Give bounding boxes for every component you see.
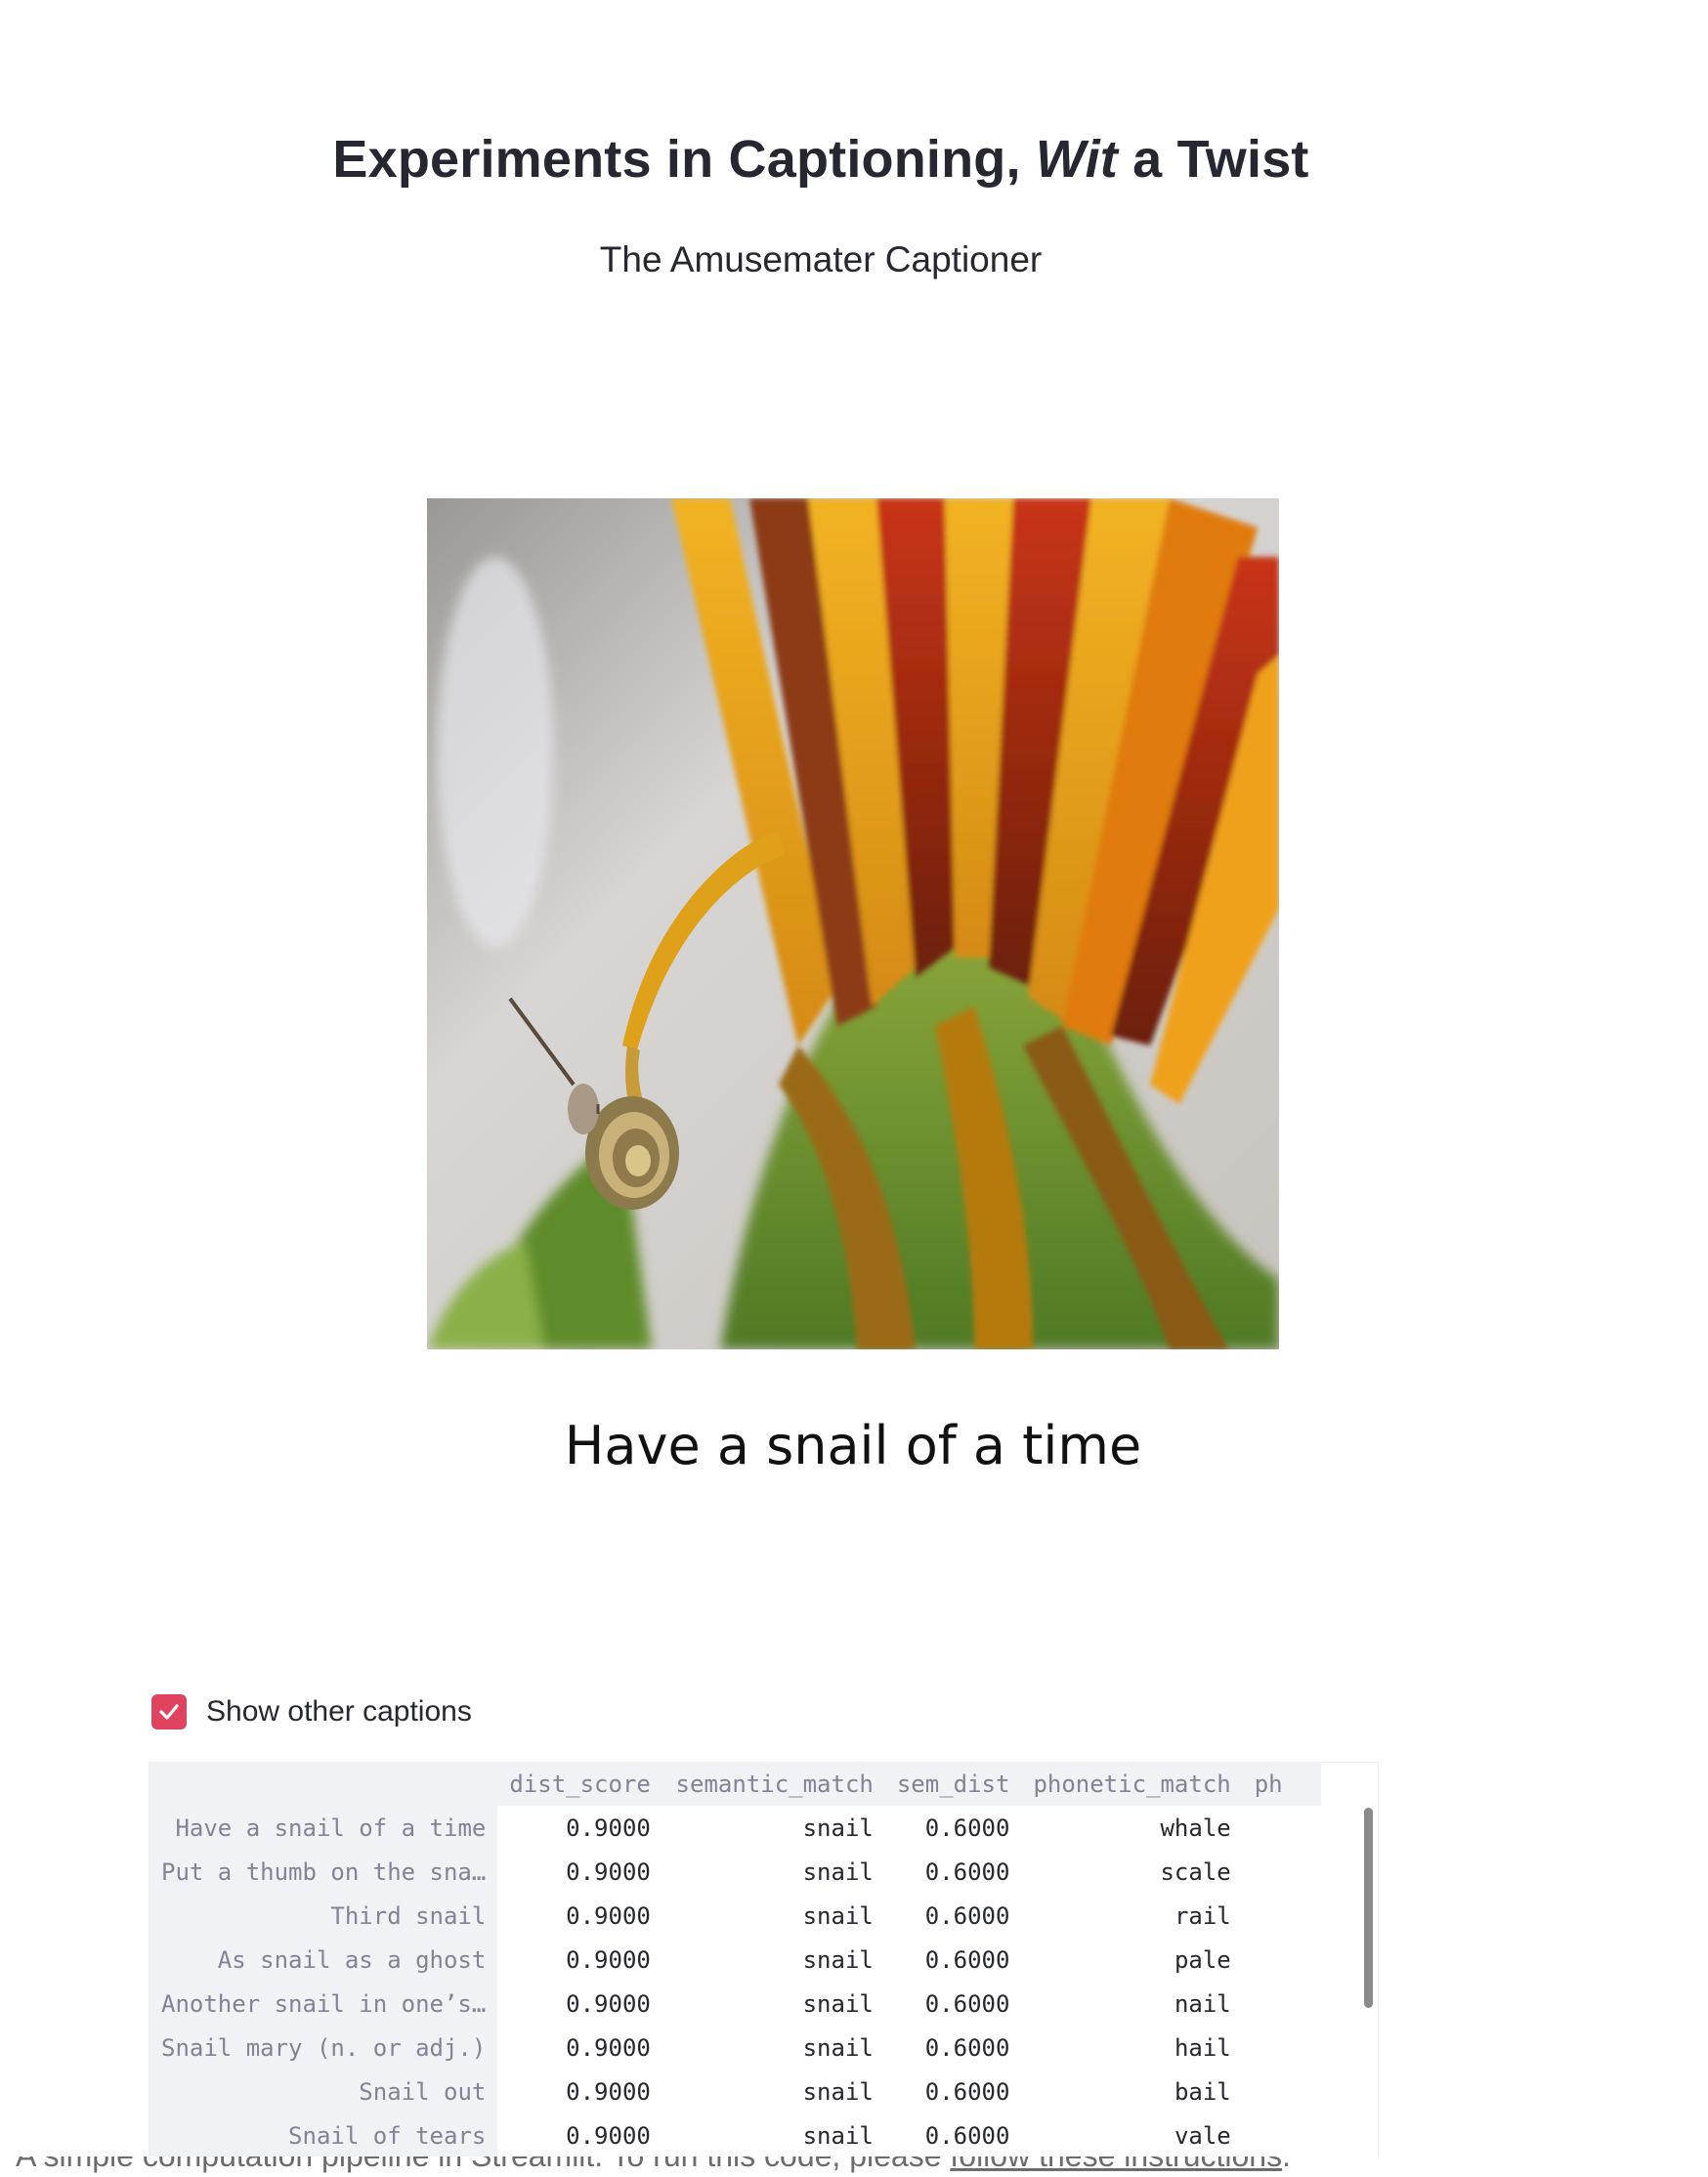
cell-phonetic-match[interactable]: bail xyxy=(1021,2070,1243,2113)
cell-dist-score[interactable]: 0.9000 xyxy=(497,1850,662,1894)
cell-dist-score[interactable]: 0.9000 xyxy=(497,1938,662,1982)
title-part-1: Experiments in Captioning, xyxy=(332,130,1036,189)
cell-phonetic-match[interactable]: hail xyxy=(1021,2026,1243,2070)
table-row[interactable]: Put a thumb on the sna… 0.9000 snail 0.6000… xyxy=(149,1850,1321,1894)
cell-phonetic-match[interactable]: rail xyxy=(1021,1894,1243,1938)
footer-text: A simple computation pipeline in Streaml… xyxy=(16,2156,1291,2174)
cell-sem-dist[interactable]: 0.6000 xyxy=(884,2026,1022,2070)
cell-sem-dist[interactable]: 0.6000 xyxy=(884,2113,1022,2157)
cell-dist-score[interactable]: 0.9000 xyxy=(497,1806,662,1850)
cell-sem-dist[interactable]: 0.6000 xyxy=(884,1982,1022,2026)
row-index-label: Another snail in one’s… xyxy=(149,1982,498,2026)
title-part-2: a Twist xyxy=(1117,130,1309,189)
table-row[interactable]: Snail of tears 0.9000 snail 0.6000 vale xyxy=(149,2113,1321,2157)
instructions-link[interactable]: follow these instructions xyxy=(950,2156,1282,2173)
title-italic-word: Wit xyxy=(1035,130,1118,189)
cell-sem-dist[interactable]: 0.6000 xyxy=(884,1850,1022,1894)
cell-semantic-match[interactable]: snail xyxy=(662,1938,885,1982)
cell-sem-dist[interactable]: 0.6000 xyxy=(884,2070,1022,2113)
cell-dist-score[interactable]: 0.9000 xyxy=(497,1982,662,2026)
cell-phonetic-match[interactable]: vale xyxy=(1021,2113,1243,2157)
page-title: Experiments in Captioning, Wit a Twist xyxy=(0,129,1642,190)
table-header-row: dist_score semantic_match sem_dist phone… xyxy=(149,1763,1321,1806)
cell-ph[interactable] xyxy=(1242,1894,1321,1938)
row-index-label: Snail out xyxy=(149,2070,498,2113)
cell-phonetic-match[interactable]: pale xyxy=(1021,1938,1243,1982)
app-page: Experiments in Captioning, Wit a Twist T… xyxy=(0,0,1708,2177)
column-header-phonetic-match[interactable]: phonetic_match xyxy=(1021,1763,1243,1806)
captions-table: dist_score semantic_match sem_dist phone… xyxy=(149,1763,1321,2157)
row-index-label: Snail mary (n. or adj.) xyxy=(149,2026,498,2070)
cell-phonetic-match[interactable]: scale xyxy=(1021,1850,1243,1894)
cell-ph[interactable] xyxy=(1242,2070,1321,2113)
row-index-label: Third snail xyxy=(149,1894,498,1938)
column-header-dist-score[interactable]: dist_score xyxy=(497,1763,662,1806)
snail-flower-photo xyxy=(427,498,1279,1349)
cell-ph[interactable] xyxy=(1242,1982,1321,2026)
row-index-label: Have a snail of a time xyxy=(149,1806,498,1850)
cell-sem-dist[interactable]: 0.6000 xyxy=(884,1806,1022,1850)
cell-semantic-match[interactable]: snail xyxy=(662,2113,885,2157)
cell-dist-score[interactable]: 0.9000 xyxy=(497,2026,662,2070)
cell-ph[interactable] xyxy=(1242,2113,1321,2157)
footer-suffix: . xyxy=(1282,2156,1291,2173)
index-header xyxy=(149,1763,498,1806)
cell-sem-dist[interactable]: 0.6000 xyxy=(884,1938,1022,1982)
captions-dataframe[interactable]: dist_score semantic_match sem_dist phone… xyxy=(149,1762,1379,2177)
cell-semantic-match[interactable]: snail xyxy=(662,1850,885,1894)
cell-phonetic-match[interactable]: nail xyxy=(1021,1982,1243,2026)
row-index-label: As snail as a ghost xyxy=(149,1938,498,1982)
cell-dist-score[interactable]: 0.9000 xyxy=(497,2113,662,2157)
column-header-ph[interactable]: ph xyxy=(1242,1763,1321,1806)
cell-semantic-match[interactable]: snail xyxy=(662,1894,885,1938)
cell-dist-score[interactable]: 0.9000 xyxy=(497,1894,662,1938)
table-row[interactable]: Third snail 0.9000 snail 0.6000 rail xyxy=(149,1894,1321,1938)
cell-semantic-match[interactable]: snail xyxy=(662,2070,885,2113)
checkbox-checked-icon[interactable] xyxy=(151,1694,187,1729)
cell-ph[interactable] xyxy=(1242,1806,1321,1850)
footer: A simple computation pipeline in Streaml… xyxy=(0,2156,1708,2177)
show-other-captions-checkbox[interactable]: Show other captions xyxy=(151,1694,472,1729)
table-row[interactable]: Another snail in one’s… 0.9000 snail 0.6000… xyxy=(149,1982,1321,2026)
column-header-sem-dist[interactable]: sem_dist xyxy=(884,1763,1022,1806)
cell-dist-score[interactable]: 0.9000 xyxy=(497,2070,662,2113)
cell-ph[interactable] xyxy=(1242,1938,1321,1982)
page-subtitle: The Amusemater Captioner xyxy=(599,239,1043,279)
cell-semantic-match[interactable]: snail xyxy=(662,2026,885,2070)
table-scrollbar[interactable] xyxy=(1364,1808,1373,2008)
cell-phonetic-match[interactable]: whale xyxy=(1021,1806,1243,1850)
cell-ph[interactable] xyxy=(1242,2026,1321,2070)
cell-ph[interactable] xyxy=(1242,1850,1321,1894)
table-row[interactable]: Snail mary (n. or adj.) 0.9000 snail 0.6000… xyxy=(149,2026,1321,2070)
footer-description: A simple computation pipeline in Streaml… xyxy=(16,2156,950,2173)
table-body: Have a snail of a time 0.9000 snail 0.6000 w… xyxy=(149,1806,1321,2157)
captioned-image xyxy=(427,498,1279,1349)
table-row[interactable]: Have a snail of a time 0.9000 snail 0.6000 w… xyxy=(149,1806,1321,1850)
show-other-captions-label: Show other captions xyxy=(206,1695,472,1728)
table-row[interactable]: As snail as a ghost 0.9000 snail 0.6000 pale xyxy=(149,1938,1321,1982)
row-index-label: Put a thumb on the sna… xyxy=(149,1850,498,1894)
cell-semantic-match[interactable]: snail xyxy=(662,1806,885,1850)
table-row[interactable]: Snail out 0.9000 snail 0.6000 bail xyxy=(149,2070,1321,2113)
column-header-semantic-match[interactable]: semantic_match xyxy=(662,1763,885,1806)
cell-sem-dist[interactable]: 0.6000 xyxy=(884,1894,1022,1938)
row-index-label: Snail of tears xyxy=(149,2113,498,2157)
generated-caption: Have a snail of a time xyxy=(564,1415,1142,1476)
cell-semantic-match[interactable]: snail xyxy=(662,1982,885,2026)
